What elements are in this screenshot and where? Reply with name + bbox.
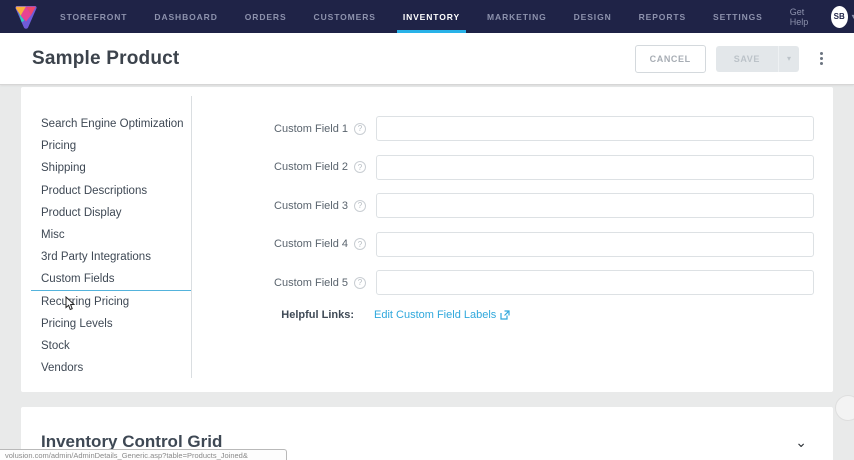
nav-item-customers[interactable]: CUSTOMERS — [314, 0, 376, 33]
edit-custom-field-labels-text: Edit Custom Field Labels — [374, 309, 496, 321]
sidebar-item-seo[interactable]: Search Engine Optimization — [31, 113, 192, 135]
custom-field-5-row: Custom Field 5 ? — [192, 270, 833, 295]
volusion-logo-icon[interactable] — [14, 4, 38, 30]
user-avatar[interactable]: SB — [831, 6, 848, 28]
sidebar-item-recurring-pricing[interactable]: Recurring Pricing — [31, 291, 192, 313]
custom-field-3-label: Custom Field 3 — [192, 200, 348, 212]
external-link-icon — [500, 310, 510, 320]
page-title: Sample Product — [32, 48, 179, 70]
custom-field-2-input[interactable] — [376, 155, 814, 180]
nav-item-reports[interactable]: REPORTS — [639, 0, 686, 33]
sidebar-item-shipping[interactable]: Shipping — [31, 157, 192, 179]
topnav-right-group: Get Help SB ▾ — [790, 6, 854, 28]
sidebar-item-stock[interactable]: Stock — [31, 335, 192, 357]
sidebar-item-pricing-levels[interactable]: Pricing Levels — [31, 313, 192, 335]
settings-sidebar: Search Engine Optimization Pricing Shipp… — [21, 87, 192, 392]
custom-field-3-input[interactable] — [376, 193, 814, 218]
sidebar-item-product-descriptions[interactable]: Product Descriptions — [31, 180, 192, 202]
save-button[interactable]: SAVE — [716, 46, 778, 72]
page-header: Sample Product CANCEL SAVE ▾ — [0, 33, 854, 85]
custom-field-1-label: Custom Field 1 — [192, 123, 348, 135]
custom-field-1-row: Custom Field 1 ? — [192, 116, 833, 141]
sidebar-item-product-display[interactable]: Product Display — [31, 202, 192, 224]
save-options-chevron-down-icon[interactable]: ▾ — [778, 46, 799, 72]
product-settings-card: Search Engine Optimization Pricing Shipp… — [21, 87, 833, 392]
custom-fields-form: Custom Field 1 ? Custom Field 2 ? Custom… — [192, 87, 833, 392]
header-actions: CANCEL SAVE ▾ — [635, 45, 828, 73]
custom-field-5-label: Custom Field 5 — [192, 277, 348, 289]
save-split-button: SAVE ▾ — [716, 46, 799, 72]
sidebar-item-custom-fields[interactable]: Custom Fields — [31, 268, 192, 290]
custom-field-4-label: Custom Field 4 — [192, 238, 348, 250]
sidebar-item-pricing[interactable]: Pricing — [31, 135, 192, 157]
help-icon[interactable]: ? — [354, 161, 366, 173]
sidebar-item-vendors[interactable]: Vendors — [31, 357, 192, 379]
floating-widget-circle — [835, 395, 854, 421]
custom-field-2-label: Custom Field 2 — [192, 161, 348, 173]
help-icon[interactable]: ? — [354, 123, 366, 135]
more-options-kebab-icon[interactable] — [815, 48, 828, 69]
nav-item-dashboard[interactable]: DASHBOARD — [154, 0, 217, 33]
nav-item-orders[interactable]: ORDERS — [245, 0, 287, 33]
helpful-links-label: Helpful Links: — [192, 309, 354, 321]
custom-field-3-row: Custom Field 3 ? — [192, 193, 833, 218]
custom-field-5-input[interactable] — [376, 270, 814, 295]
custom-field-2-row: Custom Field 2 ? — [192, 155, 833, 180]
section-chevron-down-icon[interactable]: ⌄ — [795, 434, 807, 451]
custom-field-4-row: Custom Field 4 ? — [192, 232, 833, 257]
nav-item-marketing[interactable]: MARKETING — [487, 0, 547, 33]
nav-item-inventory[interactable]: INVENTORY — [403, 0, 460, 33]
nav-item-storefront[interactable]: STOREFRONT — [60, 0, 127, 33]
custom-field-4-input[interactable] — [376, 232, 814, 257]
help-icon[interactable]: ? — [354, 238, 366, 250]
top-navigation: STOREFRONT DASHBOARD ORDERS CUSTOMERS IN… — [0, 0, 854, 33]
get-help-link[interactable]: Get Help — [790, 7, 817, 27]
cancel-button[interactable]: CANCEL — [635, 45, 706, 73]
nav-item-settings[interactable]: SETTINGS — [713, 0, 763, 33]
help-icon[interactable]: ? — [354, 200, 366, 212]
custom-field-1-input[interactable] — [376, 116, 814, 141]
helpful-links-row: Helpful Links: Edit Custom Field Labels — [192, 309, 833, 321]
app-viewport: STOREFRONT DASHBOARD ORDERS CUSTOMERS IN… — [0, 0, 854, 460]
sidebar-item-3rd-party-integrations[interactable]: 3rd Party Integrations — [31, 246, 192, 268]
edit-custom-field-labels-link[interactable]: Edit Custom Field Labels — [374, 309, 510, 321]
nav-item-design[interactable]: DESIGN — [574, 0, 612, 33]
sidebar-item-misc[interactable]: Misc — [31, 224, 192, 246]
status-bar-url: volusion.com/admin/AdminDetails_Generic.… — [0, 449, 287, 460]
help-icon[interactable]: ? — [354, 277, 366, 289]
